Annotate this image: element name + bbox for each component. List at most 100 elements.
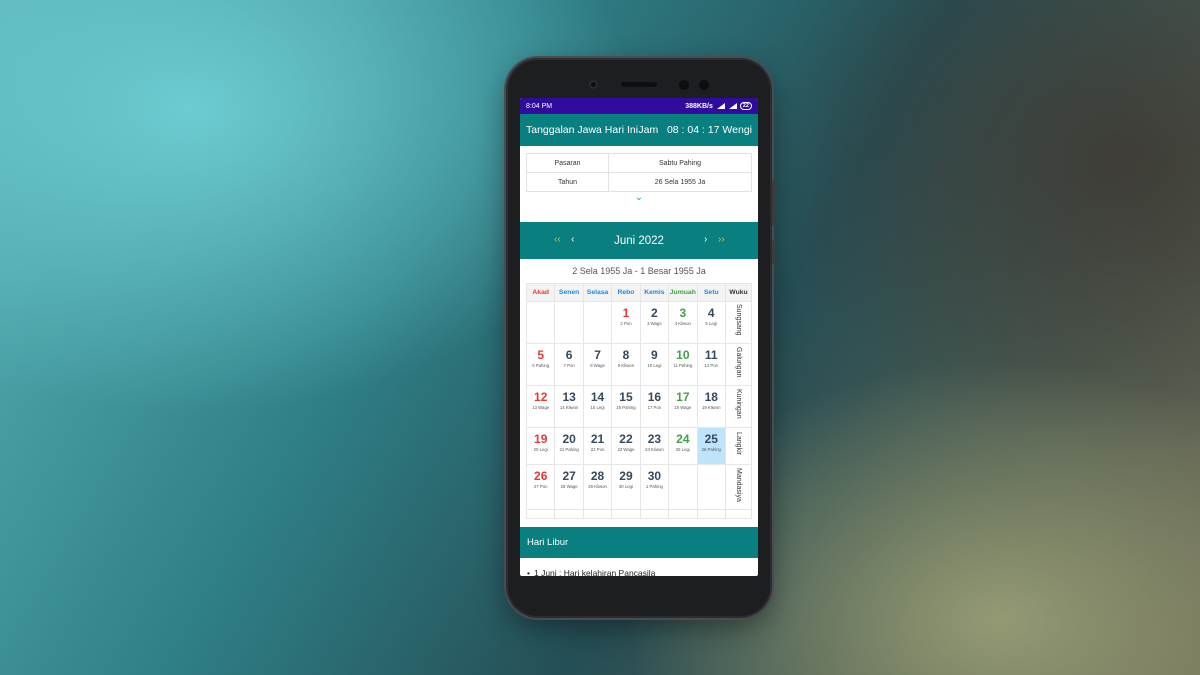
javanese-day-label: 14 Kliwon bbox=[559, 405, 579, 410]
calendar-empty-cell bbox=[582, 509, 613, 519]
calendar-day[interactable]: 19 20 Legi bbox=[525, 427, 556, 465]
day-number: 11 bbox=[704, 348, 718, 362]
wuku-label: Langkir bbox=[735, 432, 742, 455]
calendar-day[interactable]: 23 24 Kliwon bbox=[639, 427, 670, 465]
next-year-button[interactable]: ›› bbox=[718, 234, 725, 245]
calendar-week-row: 56 Pahing 6 7 Pon 7 8 Wage 8 9 Kliwon 9 10 Legi 1… bbox=[525, 343, 752, 386]
javanese-day-label: 5 Legi bbox=[705, 321, 718, 326]
calendar-day[interactable]: 12 13 Wage bbox=[525, 385, 556, 428]
calendar-day[interactable]: 9 10 Legi bbox=[639, 343, 670, 386]
day-number: 21 bbox=[590, 432, 605, 446]
wuku-label: Galungan bbox=[735, 346, 742, 378]
javanese-day-label: 9 Kliwon bbox=[617, 363, 635, 368]
live-clock: Jam 08 : 04 : 17 Wengi bbox=[638, 124, 752, 136]
wuku-cell: Galungan bbox=[725, 343, 752, 386]
calendar-day[interactable]: 24 25 Legi bbox=[668, 427, 698, 465]
prev-year-button[interactable]: ‹‹ bbox=[554, 234, 561, 245]
calendar-day[interactable]: 15 16 Pahing bbox=[611, 385, 641, 428]
javanese-day-label: 1 Pahing bbox=[645, 484, 663, 489]
calendar-day[interactable]: 56 Pahing bbox=[525, 343, 556, 386]
today-info: Pasaran Sabtu Pahing Tahun 26 Sela 1955 … bbox=[520, 146, 758, 222]
calendar-empty-cell bbox=[696, 464, 727, 510]
phone-frame: 8:04 PM 388KB/s 22 Tanggalan Jawa Hari I… bbox=[508, 60, 775, 616]
calendar-day[interactable]: 29 30 Legi bbox=[611, 464, 641, 510]
calendar-empty-cell bbox=[525, 301, 556, 344]
calendar-day[interactable]: 22 23 Wage bbox=[611, 427, 641, 465]
calendar-day[interactable]: 23 Wage bbox=[639, 301, 670, 344]
day-number: 22 bbox=[619, 432, 633, 446]
calendar-day[interactable]: 18 19 Kliwon bbox=[696, 385, 727, 428]
javanese-day-label: 16 Pahing bbox=[616, 405, 636, 410]
calendar-day[interactable]: 45 Legi bbox=[696, 301, 727, 344]
javanese-day-label: 26 Pahing bbox=[701, 447, 721, 452]
weekday-label: Jumuah bbox=[668, 283, 698, 302]
calendar-day[interactable]: 78 Wage bbox=[582, 343, 613, 386]
app-header: Tanggalan Jawa Hari Ini Jam 08 : 04 : 17… bbox=[520, 114, 758, 146]
calendar-day[interactable]: 27 28 Wage bbox=[554, 464, 584, 510]
chevron-down-icon[interactable]: ⌄ bbox=[526, 193, 752, 203]
calendar-empty-cell bbox=[554, 509, 584, 519]
wuku-label: Kuningan bbox=[735, 389, 742, 419]
day-number: 19 bbox=[534, 432, 548, 446]
day-number: 25 bbox=[704, 432, 718, 446]
next-month-button[interactable]: › bbox=[704, 234, 707, 245]
app-title: Tanggalan Jawa Hari Ini bbox=[526, 124, 639, 136]
calendar-empty-cell bbox=[725, 509, 752, 519]
info-value: Sabtu Pahing bbox=[608, 153, 752, 173]
calendar-day[interactable]: 89 Kliwon bbox=[611, 343, 641, 386]
calendar-week-row: 12 Pon 2 3 Wage 3 4 Kliwon 4 5 Legi Sungsang bbox=[525, 301, 752, 344]
calendar-day[interactable]: 10 11 Pahing bbox=[668, 343, 698, 386]
javanese-day-label: 7 Pon bbox=[563, 363, 575, 368]
calendar-empty-cell bbox=[611, 509, 641, 519]
javanese-day-label: 24 Kliwon bbox=[645, 447, 664, 452]
javanese-day-label: 29 Kliwon bbox=[588, 484, 607, 489]
calendar-empty-cell bbox=[696, 509, 727, 519]
earpiece-speaker bbox=[621, 82, 657, 87]
weekday-label: Setu bbox=[696, 283, 727, 302]
status-bar: 8:04 PM 388KB/s 22 bbox=[520, 98, 758, 114]
javanese-day-label: 23 Wage bbox=[617, 447, 635, 452]
prev-month-button[interactable]: ‹ bbox=[571, 234, 574, 245]
proximity-sensor bbox=[679, 80, 689, 90]
info-row-tahun: Tahun 26 Sela 1955 Ja bbox=[526, 172, 752, 192]
calendar-day[interactable]: 17 18 Wage bbox=[668, 385, 698, 428]
javanese-day-label: 13 Wage bbox=[532, 405, 550, 410]
javanese-day-label: 22 Pon bbox=[590, 447, 605, 452]
calendar-day[interactable]: 30 1 Pahing bbox=[639, 464, 670, 510]
calendar-day[interactable]: 21 22 Pon bbox=[582, 427, 613, 465]
calendar-day-today[interactable]: 25 26 Pahing bbox=[696, 427, 727, 465]
app-screen: 8:04 PM 388KB/s 22 Tanggalan Jawa Hari I… bbox=[520, 98, 758, 576]
calendar-empty-cell bbox=[582, 301, 613, 344]
day-number: 13 bbox=[562, 390, 576, 404]
javanese-day-label: 28 Wage bbox=[560, 484, 578, 489]
day-number: 14 bbox=[590, 390, 605, 404]
wuku-cell: Kuningan bbox=[725, 385, 752, 428]
javanese-day-label: 3 Wage bbox=[647, 321, 662, 326]
info-key: Pasaran bbox=[526, 153, 609, 173]
calendar-day[interactable]: 11 12 Pon bbox=[696, 343, 727, 386]
day-number: 12 bbox=[534, 390, 548, 404]
status-time: 8:04 PM bbox=[526, 102, 553, 110]
calendar-week-row: 19 20 Legi 20 21 Pahing 21 22 Pon 22 23 Wage 23 2… bbox=[525, 427, 752, 465]
calendar-day[interactable]: 67 Pon bbox=[554, 343, 584, 386]
calendar-day[interactable]: 13 14 Kliwon bbox=[554, 385, 584, 428]
calendar-body: 12 Pon 2 3 Wage 3 4 Kliwon 4 5 Legi Sungsang 5 6 … bbox=[525, 301, 752, 519]
calendar-day[interactable]: 12 Pon bbox=[611, 301, 641, 344]
calendar-day[interactable]: 28 29 Kliwon bbox=[582, 464, 613, 510]
day-number: 5 bbox=[537, 348, 545, 362]
month-title: Juni 2022 bbox=[614, 234, 664, 247]
day-number: 27 bbox=[562, 469, 576, 483]
weekday-label: Kemis bbox=[639, 283, 670, 302]
javanese-day-label: 18 Wage bbox=[674, 405, 692, 410]
day-number: 26 bbox=[534, 469, 548, 483]
calendar-day[interactable]: 16 17 Pon bbox=[639, 385, 670, 428]
weekday-label: Selasa bbox=[582, 283, 613, 302]
calendar-day[interactable]: 26 27 Pon bbox=[525, 464, 556, 510]
calendar-empty-cell bbox=[668, 464, 698, 510]
calendar-day[interactable]: 34 Kliwon bbox=[668, 301, 698, 344]
calendar-day[interactable]: 14 15 Legi bbox=[582, 385, 613, 428]
day-number: 10 bbox=[676, 348, 690, 362]
day-number: 1 bbox=[622, 306, 630, 320]
calendar-day[interactable]: 20 21 Pahing bbox=[554, 427, 584, 465]
info-key: Tahun bbox=[526, 172, 609, 192]
